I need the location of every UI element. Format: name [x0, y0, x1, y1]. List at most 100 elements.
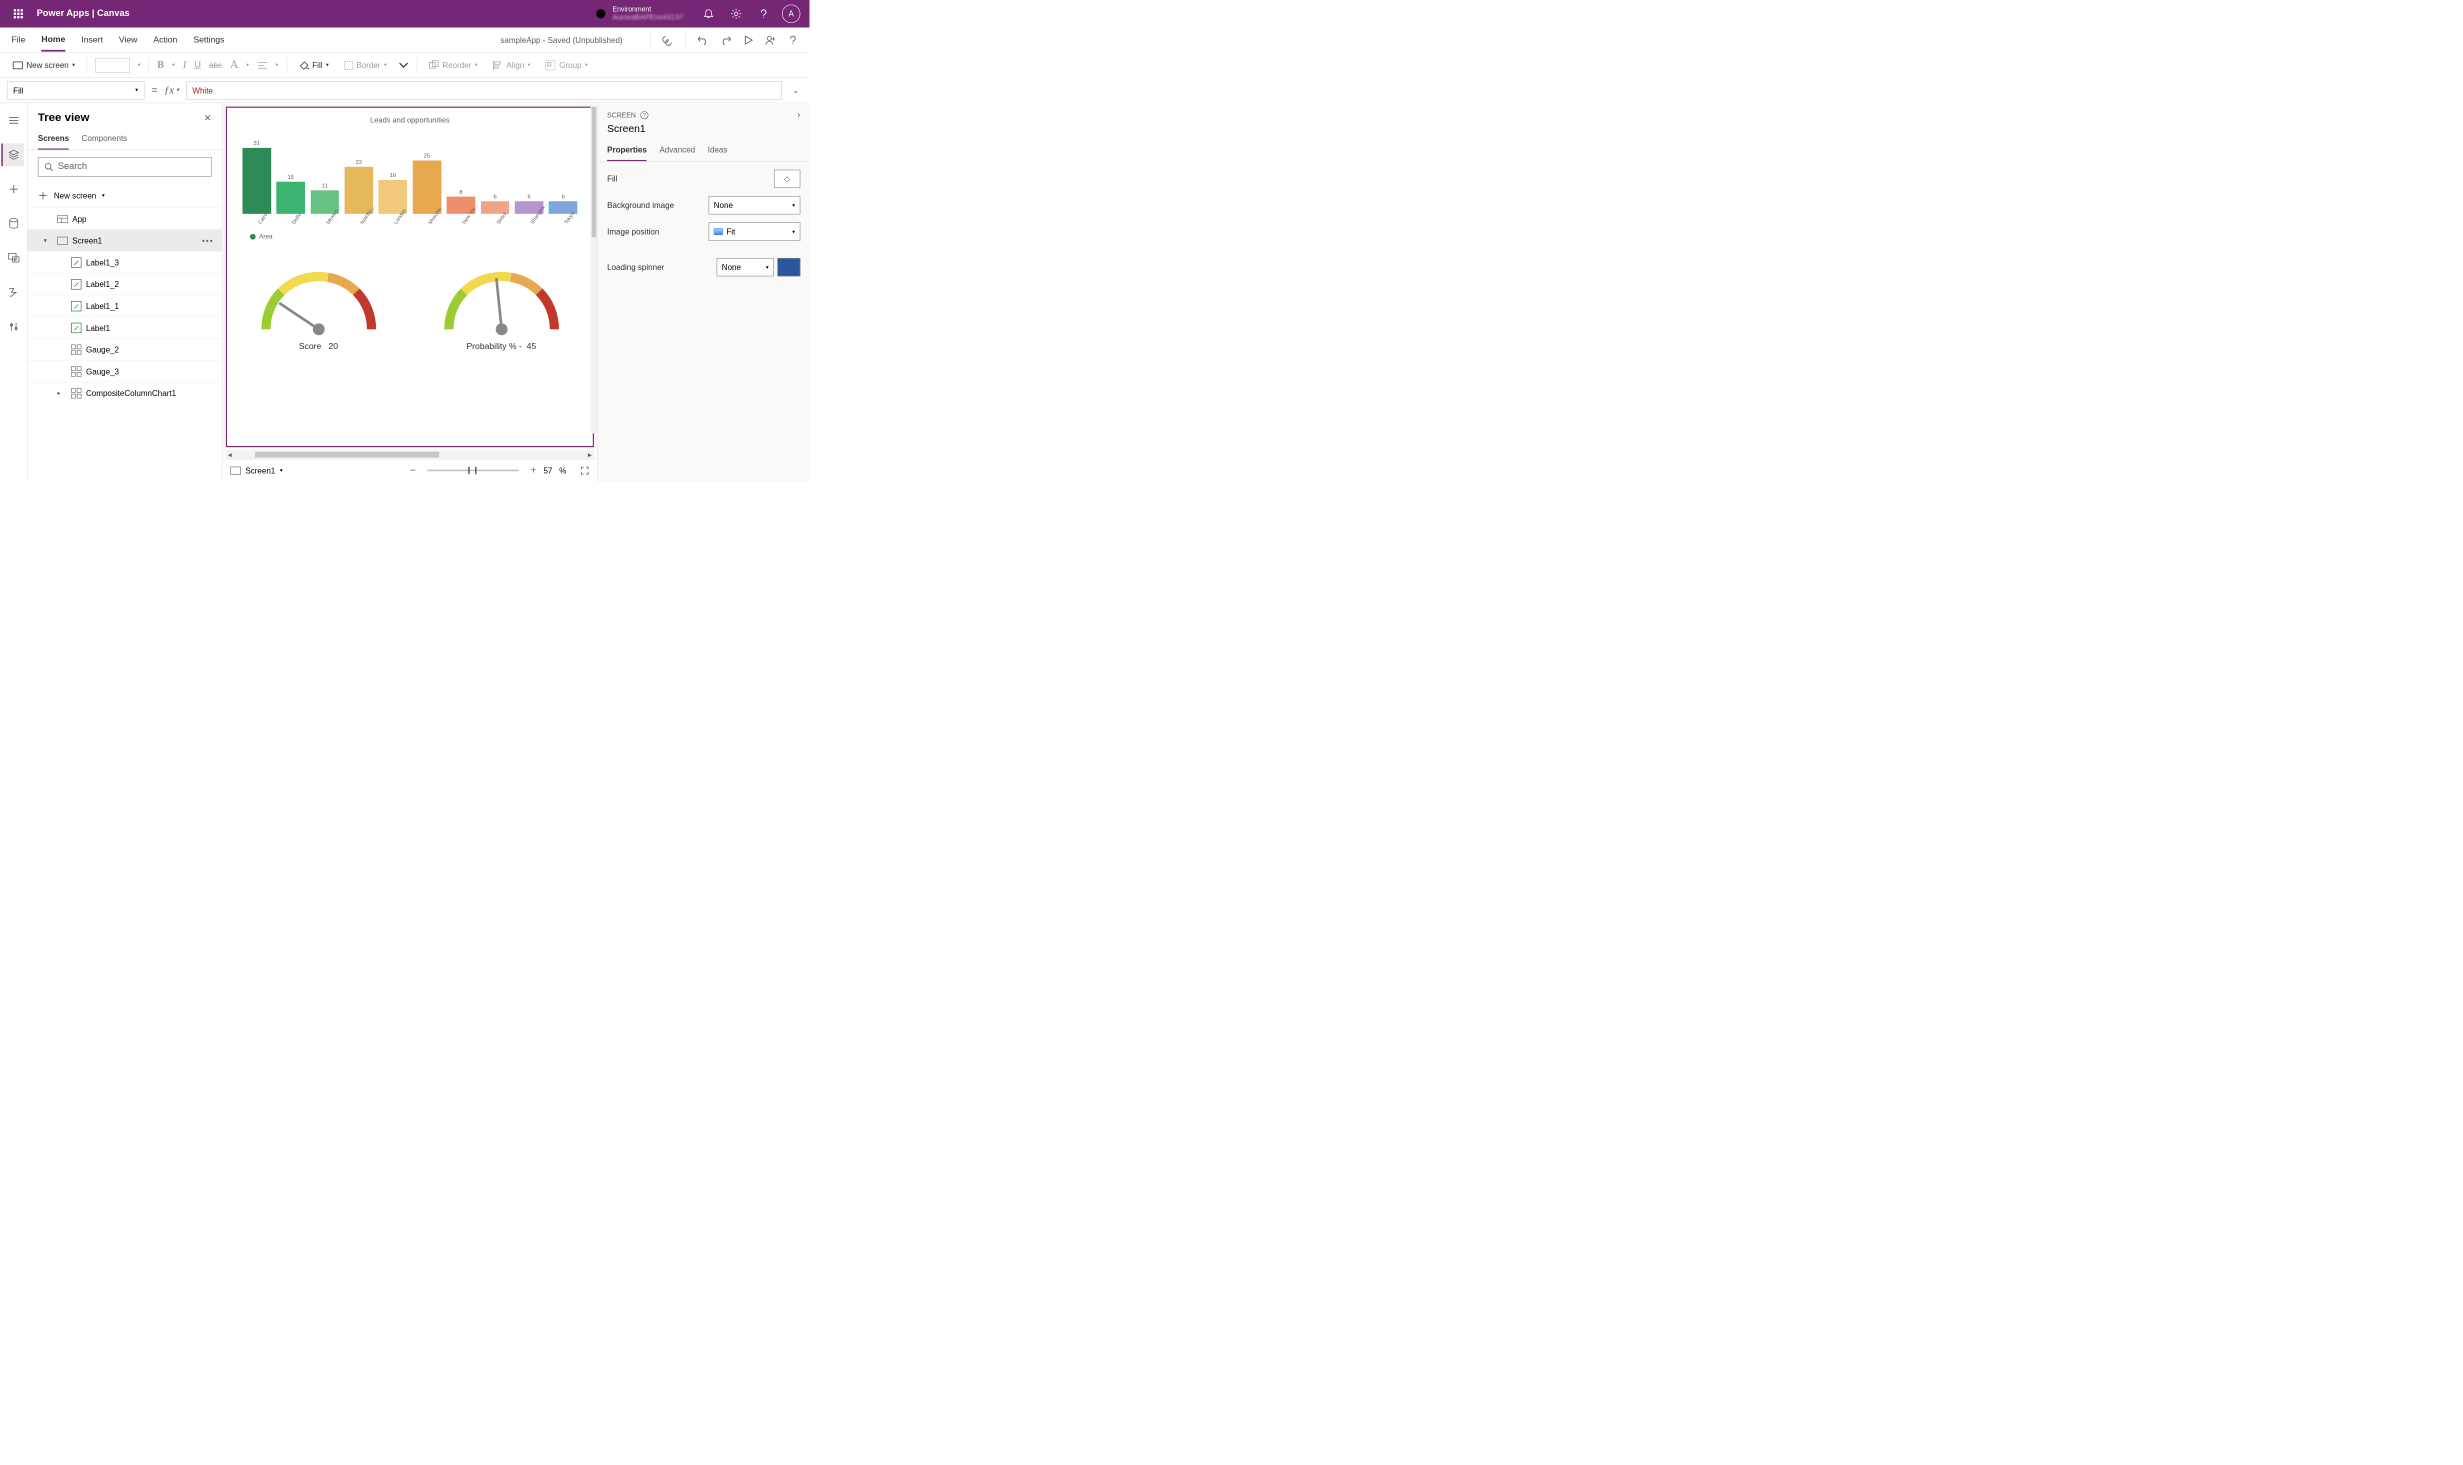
- play-icon[interactable]: [743, 35, 753, 45]
- tree-tab-components[interactable]: Components: [82, 134, 128, 150]
- font-color-button[interactable]: A: [230, 58, 238, 71]
- rail-insert[interactable]: [2, 178, 25, 201]
- tree-search-placeholder: Search: [58, 162, 87, 172]
- bar-8: 6Shangha...: [513, 194, 545, 214]
- screen-canvas[interactable]: Leads and opportunities 31Cairo15Delhi11…: [226, 107, 594, 448]
- tree-node-label1[interactable]: Label1: [28, 316, 222, 338]
- tree-search-input[interactable]: Search: [38, 157, 212, 176]
- expand-ribbon-icon[interactable]: [398, 62, 408, 69]
- gauge-score[interactable]: Score 20: [253, 256, 385, 351]
- property-selector[interactable]: Fill ▾: [7, 81, 145, 99]
- new-screen-button[interactable]: New screen ▾: [9, 58, 78, 72]
- tab-action[interactable]: Action: [153, 29, 177, 50]
- title-bar: Power Apps | Canvas Environment AuroraBA…: [0, 0, 809, 28]
- tree-node-app[interactable]: App: [28, 208, 222, 230]
- tree-node-label12[interactable]: Label1_2: [28, 273, 222, 295]
- close-tree-view[interactable]: ✕: [204, 112, 212, 123]
- bold-button[interactable]: B: [157, 59, 164, 71]
- tree-node-label13[interactable]: Label1_3: [28, 251, 222, 273]
- column-chart[interactable]: 31Cairo15Delhi11Mexico ...22Istanbu...16…: [241, 127, 579, 230]
- gear-icon: [730, 8, 741, 19]
- environment-picker[interactable]: Environment AuroraBAPEnv43137: [595, 6, 683, 22]
- tree-node-menu[interactable]: •••: [202, 236, 214, 245]
- tab-file[interactable]: File: [11, 29, 25, 50]
- prop-spinner-color[interactable]: [777, 258, 800, 276]
- prop-fill-swatch[interactable]: ◇: [774, 170, 800, 188]
- environment-value: AuroraBAPEnv43137: [613, 13, 684, 21]
- prop-bgimage-label: Background image: [607, 201, 674, 210]
- equals-sign: =: [151, 84, 157, 96]
- expand-formula-icon[interactable]: ⌄: [789, 85, 803, 95]
- fill-button[interactable]: Fill▾: [295, 58, 332, 73]
- tree-node-screen1[interactable]: ▾ Screen1 •••: [28, 229, 222, 251]
- props-tab-advanced[interactable]: Advanced: [659, 139, 695, 161]
- prop-bgimage-dropdown[interactable]: None▾: [709, 196, 801, 214]
- app-launcher-button[interactable]: [5, 0, 33, 28]
- props-tab-ideas[interactable]: Ideas: [708, 139, 728, 161]
- vertical-scrollbar[interactable]: [590, 107, 597, 434]
- rail-media[interactable]: [2, 247, 25, 270]
- tools-icon: [8, 322, 18, 332]
- rail-hamburger[interactable]: [2, 109, 25, 132]
- help-icon[interactable]: [788, 35, 798, 45]
- formula-value: White: [192, 86, 213, 95]
- tree-tab-screens[interactable]: Screens: [38, 134, 69, 150]
- reorder-icon: [429, 60, 439, 70]
- rail-power-automate[interactable]: [2, 281, 25, 304]
- props-expand-icon[interactable]: ›: [797, 110, 800, 120]
- props-tab-properties[interactable]: Properties: [607, 139, 647, 161]
- rail-advanced-tools[interactable]: [2, 315, 25, 338]
- rail-data[interactable]: [2, 212, 25, 235]
- border-button[interactable]: Border▾: [340, 58, 390, 72]
- underline-button[interactable]: U: [194, 60, 201, 70]
- group-button[interactable]: Group▾: [542, 58, 591, 73]
- zoom-slider[interactable]: [427, 470, 519, 472]
- tree-node-label11[interactable]: Label1_1: [28, 295, 222, 317]
- notifications-button[interactable]: [695, 0, 723, 28]
- account-button[interactable]: A: [777, 0, 805, 28]
- reorder-button[interactable]: Reorder▾: [425, 58, 481, 73]
- align-text-icon[interactable]: [257, 61, 267, 69]
- screen-selector[interactable]: Screen1 ▾: [230, 466, 282, 475]
- undo-icon[interactable]: [697, 34, 708, 45]
- settings-button[interactable]: [722, 0, 750, 28]
- zoom-out-button[interactable]: −: [410, 464, 416, 476]
- info-icon[interactable]: ?: [640, 111, 648, 119]
- plus-icon: [8, 184, 18, 194]
- search-icon: [44, 162, 53, 171]
- share-icon[interactable]: [765, 34, 776, 45]
- align-button[interactable]: Align▾: [489, 58, 534, 73]
- tree-node-chart1[interactable]: ▸CompositeColumnChart1: [28, 382, 222, 404]
- help-button[interactable]: [750, 0, 778, 28]
- tab-view[interactable]: View: [119, 29, 137, 50]
- formula-input[interactable]: White: [186, 81, 782, 99]
- fx-button[interactable]: ƒx ▾: [164, 84, 179, 96]
- gauge-probability[interactable]: Probability % - 45: [435, 256, 567, 351]
- tab-insert[interactable]: Insert: [81, 29, 103, 50]
- theme-color-picker[interactable]: [95, 58, 129, 73]
- tree-new-screen-button[interactable]: ＋ New screen ▾: [28, 183, 222, 207]
- strikethrough-button[interactable]: abc: [209, 60, 222, 69]
- tab-home[interactable]: Home: [41, 28, 65, 51]
- database-icon: [8, 218, 18, 229]
- italic-button[interactable]: I: [183, 59, 186, 71]
- fit-to-window-icon[interactable]: [580, 466, 589, 475]
- prop-spinner-dropdown[interactable]: None▾: [717, 258, 774, 276]
- tab-settings[interactable]: Settings: [193, 29, 224, 50]
- tree-view-panel: Tree view ✕ Screens Components Search ＋ …: [28, 103, 223, 481]
- gauge-icon: [71, 344, 81, 354]
- rail-tree-view[interactable]: [1, 143, 24, 166]
- tree-node-gauge3[interactable]: Gauge_3: [28, 360, 222, 382]
- zoom-value: 57: [543, 466, 552, 475]
- tree-node-gauge2[interactable]: Gauge_2: [28, 338, 222, 360]
- bar-3: 22Istanbu...: [343, 160, 375, 214]
- app-checker-icon[interactable]: [662, 34, 673, 45]
- zoom-in-button[interactable]: +: [531, 464, 537, 476]
- prop-imgpos-label: Image position: [607, 227, 659, 236]
- prop-imgpos-dropdown[interactable]: Fit▾: [709, 222, 801, 240]
- legend-label: Area: [259, 233, 272, 240]
- horizontal-scrollbar[interactable]: ◀▶: [226, 451, 594, 459]
- tree-view-title: Tree view: [38, 111, 90, 124]
- label-icon: [71, 322, 81, 332]
- redo-icon[interactable]: [720, 34, 731, 45]
